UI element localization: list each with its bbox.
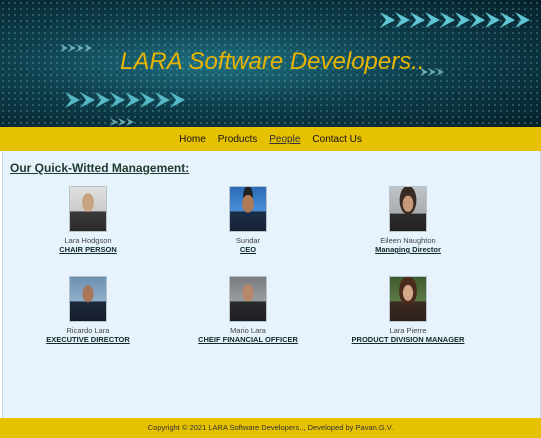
copyright-text: Copyright © 2021 LARA Software Developer… xyxy=(147,423,394,432)
person-role: EXECUTIVE DIRECTOR xyxy=(46,335,130,344)
nav-home-link[interactable]: Home xyxy=(179,134,206,145)
person-photo xyxy=(69,276,107,322)
site-title: LARA Software Developers.. xyxy=(120,48,425,75)
person-photo xyxy=(229,276,267,322)
person-name: Ricardo Lara xyxy=(66,326,110,335)
person-card: Mario Lara CHEIF FINANCIAL OFFICER xyxy=(173,276,323,344)
section-heading: Our Quick-Witted Management: xyxy=(10,161,190,175)
person-name: Lara Hodgson xyxy=(64,236,112,245)
person-photo xyxy=(229,186,267,232)
nav-people-link[interactable]: People xyxy=(269,134,300,145)
person-name: Eileen Naughton xyxy=(380,236,436,245)
person-photo xyxy=(389,186,427,232)
person-card: Lara Hodgson CHAIR PERSON xyxy=(13,186,163,254)
person-name: Sundar xyxy=(235,236,261,245)
nav-products-link[interactable]: Products xyxy=(218,134,257,145)
people-section: Our Quick-Witted Management: Lara Hodgso… xyxy=(2,151,541,418)
person-name: Lara Pierre xyxy=(389,326,427,335)
person-photo xyxy=(69,186,107,232)
person-role: CEO xyxy=(239,245,257,254)
nav-contact-link[interactable]: Contact Us xyxy=(312,134,361,145)
person-card: Eileen Naughton Managing Director xyxy=(333,186,483,254)
person-role: CHAIR PERSON xyxy=(59,245,117,254)
person-role: CHEIF FINANCIAL OFFICER xyxy=(198,335,298,344)
footer: Copyright © 2021 LARA Software Developer… xyxy=(0,418,541,438)
main-nav: Home Products People Contact Us xyxy=(0,127,541,151)
person-card: Lara Pierre PRODUCT DIVISION MANAGER xyxy=(333,276,483,344)
person-card: Sundar CEO xyxy=(173,186,323,254)
person-photo xyxy=(389,276,427,322)
page: LARA Software Developers.. Home Products… xyxy=(0,0,541,438)
person-name: Mario Lara xyxy=(230,326,266,335)
header-banner: LARA Software Developers.. xyxy=(0,0,541,127)
person-role: PRODUCT DIVISION MANAGER xyxy=(351,335,465,344)
person-role: Managing Director xyxy=(375,245,441,254)
person-card: Ricardo Lara EXECUTIVE DIRECTOR xyxy=(13,276,163,344)
